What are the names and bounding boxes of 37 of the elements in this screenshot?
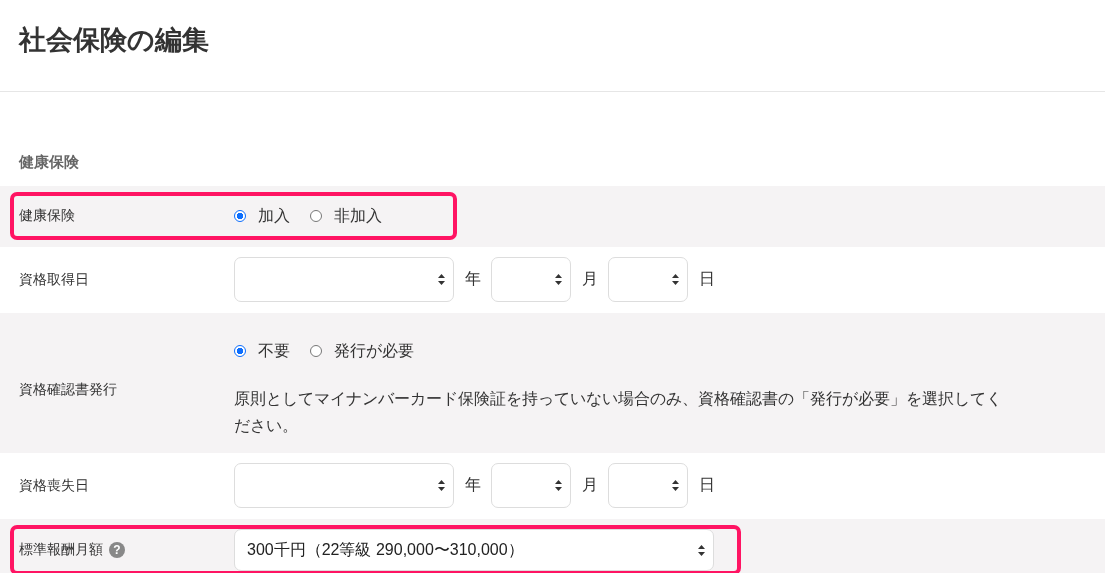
select-field[interactable] bbox=[491, 257, 571, 302]
unit-label: 月 bbox=[582, 269, 598, 289]
field-label: 資格喪失日 bbox=[19, 476, 89, 495]
radio-label[interactable]: 加入 bbox=[258, 205, 290, 227]
radio-label[interactable]: 不要 bbox=[258, 340, 290, 362]
updown-arrow-icon bbox=[555, 480, 562, 491]
unit-label: 日 bbox=[699, 269, 715, 289]
field-label: 資格確認書発行 bbox=[19, 381, 117, 399]
select-field[interactable] bbox=[608, 463, 688, 508]
select-field[interactable] bbox=[608, 257, 688, 302]
radio-label[interactable]: 非加入 bbox=[334, 205, 382, 227]
radio-button[interactable] bbox=[234, 345, 246, 357]
field-label: 標準報酬月額 bbox=[19, 541, 103, 559]
section-heading: 健康保険 bbox=[17, 152, 80, 172]
unit-label: 月 bbox=[582, 475, 598, 495]
unit-label: 年 bbox=[465, 475, 481, 495]
field-label: 健康保険 bbox=[19, 207, 75, 225]
radio-label[interactable]: 発行が必要 bbox=[334, 340, 414, 362]
updown-arrow-icon bbox=[438, 480, 445, 491]
page-title: 社会保険の編集 bbox=[19, 23, 209, 57]
help-text: 原則としてマイナンバーカード保険証を持っていない場合のみ、資格確認書の「発行が必要」を選択してください。 bbox=[234, 389, 1003, 436]
unit-label: 年 bbox=[465, 269, 481, 289]
help-icon[interactable]: ? bbox=[109, 542, 125, 558]
select-field[interactable]: 300千円（22等級 290,000〜310,000） bbox=[234, 529, 714, 571]
updown-arrow-icon bbox=[698, 544, 705, 556]
field-label: 資格取得日 bbox=[19, 270, 89, 289]
radio-button[interactable] bbox=[310, 210, 322, 222]
updown-arrow-icon bbox=[672, 480, 679, 491]
updown-arrow-icon bbox=[438, 274, 445, 285]
radio-button[interactable] bbox=[234, 210, 246, 222]
select-field[interactable] bbox=[234, 257, 454, 302]
radio-button[interactable] bbox=[310, 345, 322, 357]
select-field[interactable] bbox=[234, 463, 454, 508]
unit-label: 日 bbox=[699, 475, 715, 495]
updown-arrow-icon bbox=[555, 274, 562, 285]
select-field[interactable] bbox=[491, 463, 571, 508]
updown-arrow-icon bbox=[672, 274, 679, 285]
